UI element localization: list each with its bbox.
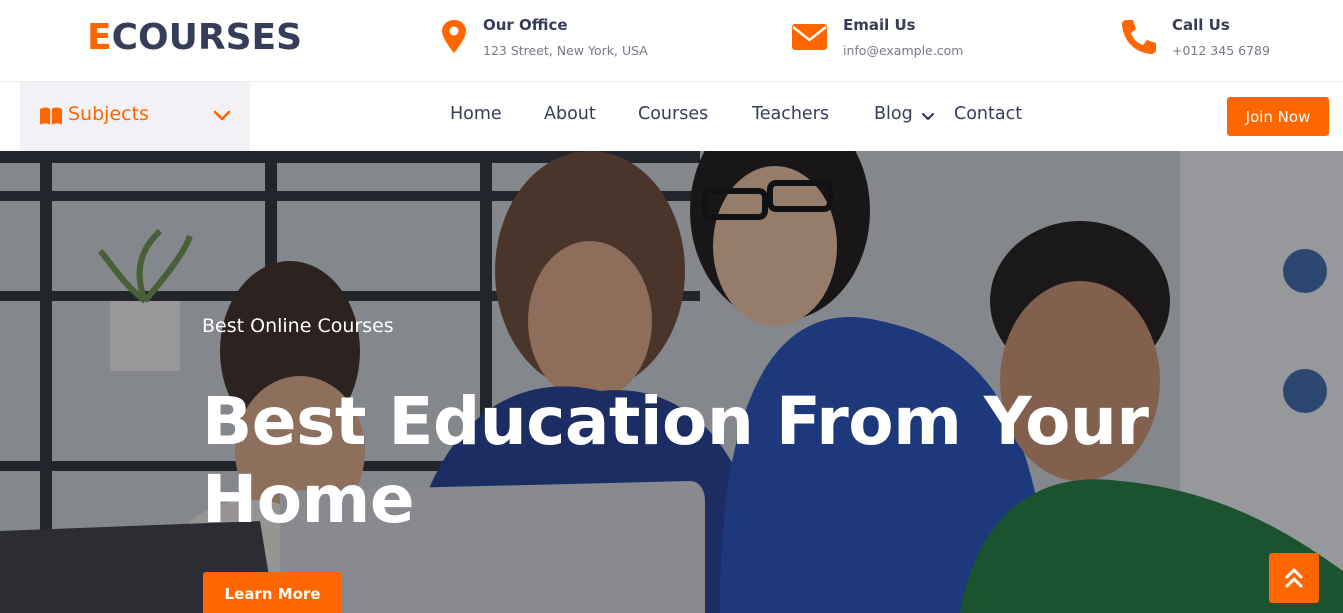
contact-email-value[interactable]: info@example.com (843, 43, 963, 58)
contact-email: Email Us info@example.com (792, 14, 993, 68)
hero-overlay (0, 151, 1343, 613)
main-navbar: Subjects Home About Courses Teachers Blo… (0, 82, 1343, 151)
subjects-label: Subjects (68, 103, 149, 125)
envelope-icon (792, 24, 827, 50)
logo-accent-letter: E (87, 17, 112, 58)
hero-banner: Best Online Courses Best Education From … (0, 151, 1343, 613)
join-now-button[interactable]: Join Now (1227, 97, 1329, 136)
double-chevron-up-icon (1285, 568, 1303, 588)
nav-blog[interactable]: Blog (874, 104, 913, 124)
contact-office: Our Office 123 Street, New York, USA (441, 14, 661, 68)
chevron-down-icon (213, 110, 231, 121)
contact-email-title: Email Us (843, 16, 916, 34)
hero-kicker: Best Online Courses (202, 315, 394, 337)
contact-phone-value[interactable]: +012 345 6789 (1172, 43, 1270, 58)
learn-more-button[interactable]: Learn More (203, 572, 342, 613)
blog-chevron-down-icon[interactable] (921, 112, 935, 122)
site-logo[interactable]: ECOURSES (87, 16, 302, 60)
top-bar: ECOURSES Our Office 123 Street, New York… (0, 0, 1343, 82)
nav-teachers[interactable]: Teachers (752, 104, 829, 124)
contact-phone-title: Call Us (1172, 16, 1230, 34)
nav-contact[interactable]: Contact (954, 104, 1022, 124)
back-to-top-button[interactable] (1269, 553, 1319, 603)
contact-office-value: 123 Street, New York, USA (483, 43, 648, 58)
contact-office-title: Our Office (483, 16, 568, 34)
hero-title: Best Education From Your Home (202, 383, 1149, 538)
contact-phone: Call Us +012 345 6789 (1121, 14, 1301, 68)
phone-icon (1122, 20, 1156, 54)
subjects-dropdown[interactable]: Subjects (20, 82, 250, 151)
book-open-icon (40, 107, 62, 125)
logo-text: COURSES (111, 17, 303, 58)
map-pin-icon (442, 20, 466, 53)
nav-about[interactable]: About (544, 104, 596, 124)
nav-courses[interactable]: Courses (638, 104, 708, 124)
nav-home[interactable]: Home (450, 104, 502, 124)
